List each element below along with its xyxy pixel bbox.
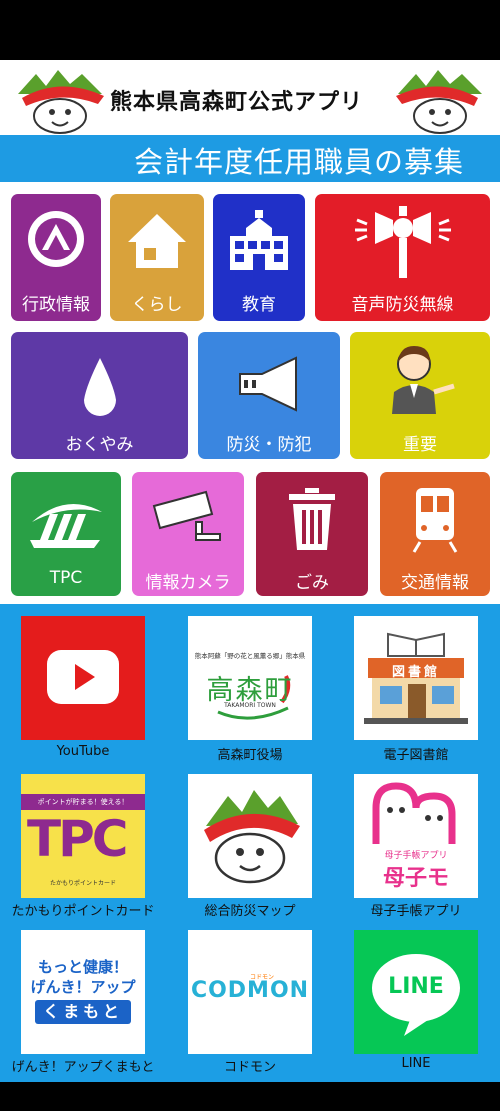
app-title: 熊本県高森町公式アプリ [110, 90, 364, 115]
office-logo-sub: TAKAMORI TOWN [224, 702, 276, 709]
trash-icon [289, 488, 335, 550]
menu-tile-okuyami[interactable]: おくやみ [11, 332, 188, 459]
camera-icon [152, 490, 221, 541]
library-sign: 図書館 [391, 665, 440, 680]
navigation-bar [0, 1082, 500, 1111]
link-label: YouTube [56, 744, 110, 759]
youtube-icon [47, 650, 119, 704]
menu-tile-bosai-bohan[interactable]: 防災・防犯 [198, 332, 340, 459]
menu-tile-camera[interactable]: 情報カメラ [132, 472, 244, 596]
tile-label: 教育 [242, 295, 276, 315]
mountain-logo-icon [28, 211, 84, 267]
train-icon [412, 488, 458, 553]
school-icon [230, 210, 288, 270]
link-label: コドモン [223, 1060, 276, 1075]
tile-label: 防災・防犯 [226, 435, 312, 455]
link-label: 母子手帳アプリ [370, 904, 462, 919]
tile-label: 重要 [403, 435, 437, 455]
link-youtube[interactable] [21, 616, 145, 740]
genki-line2: げんき！アップ [30, 978, 136, 996]
drop-icon [83, 358, 116, 416]
tile-label: おくやみ [65, 435, 134, 455]
link-label: 電子図書館 [383, 748, 449, 763]
menu-tile-tpc[interactable]: TPC [11, 472, 121, 596]
megaphone-icon [239, 356, 297, 412]
menu-tile-gomi[interactable]: ごみ [256, 472, 368, 596]
link-town-office[interactable]: 熊本阿蘇「野の花と風薫る郷」熊本県 高森町 TAKAMORI TOWN [188, 616, 312, 740]
mascot-icon [204, 790, 300, 884]
codmon-icon: CODMON [190, 978, 310, 1003]
menu-tile-gyosei[interactable]: 行政情報 [11, 194, 101, 321]
link-bosai-map[interactable] [188, 774, 312, 898]
card-footnote: たかもりポイントカード [49, 880, 116, 887]
house-icon [128, 214, 186, 268]
loudspeaker-icon [354, 206, 451, 278]
boshimo-logo: 母子モ [382, 866, 449, 891]
tile-label: 音声防災無線 [351, 295, 454, 315]
external-links: YouTube 熊本阿蘇「野の花と風薫る郷」熊本県 高森町 TAKAMORI T… [0, 604, 500, 1082]
staff-icon [392, 346, 455, 414]
tpc-logo-icon [30, 504, 102, 548]
link-point-card[interactable]: ポイントが貯まる！使える！ TPC たかもりポイントカード [21, 774, 145, 898]
mascot-icon [18, 70, 104, 134]
genki-up-icon: くまもと [35, 1000, 131, 1024]
link-boshimo[interactable]: 母子手帳アプリ 母子モ [354, 774, 478, 898]
office-caption: 熊本阿蘇「野の花と風薫る郷」熊本県 [194, 652, 306, 660]
genki-line1: もっと健康！ [37, 958, 128, 976]
tile-label: TPC [49, 568, 83, 588]
tile-label: 情報カメラ [145, 573, 231, 593]
menu-tile-bosai-musen[interactable]: 音声防災無線 [315, 194, 490, 321]
menu-tile-juyo[interactable]: 重要 [350, 332, 490, 459]
link-genki-up[interactable]: もっと健康！ げんき！アップ くまもと [21, 930, 145, 1054]
link-line[interactable]: LINE [354, 930, 478, 1054]
menu-tile-kotsu[interactable]: 交通情報 [380, 472, 490, 596]
line-logo: LINE [388, 974, 444, 999]
link-label: LINE [401, 1056, 431, 1071]
tile-label: 交通情報 [401, 573, 469, 593]
link-library[interactable]: 図書館 [354, 616, 478, 740]
point-card-icon: TPC [27, 810, 128, 868]
link-label: げんき！アップくまもと [11, 1060, 155, 1075]
menu-tile-kyoiku[interactable]: 教育 [213, 194, 305, 321]
tile-label: 行政情報 [22, 295, 90, 315]
ticker-text[interactable]: 会計年度任用職員の募集 [134, 139, 464, 181]
menu-tile-kurashi[interactable]: くらし [110, 194, 204, 321]
link-codmon[interactable]: コドモン CODMON [188, 930, 312, 1054]
mascot-icon [396, 70, 482, 134]
link-label: たかもりポイントカード [11, 904, 155, 919]
news-ticker[interactable]: 会計年度任用職員の募集 [0, 135, 500, 182]
app-header: 熊本県高森町公式アプリ [0, 60, 500, 135]
menu-grid: 行政情報 くらし 教育 音声防災無線 おくやみ 防災・防犯 重要 TPC 情報カ… [0, 182, 500, 604]
card-banner: ポイントが貯まる！使える！ [21, 794, 145, 810]
tile-label: ごみ [295, 573, 329, 593]
link-label: 総合防災マップ [204, 904, 296, 919]
link-label: 高森町役場 [217, 748, 283, 763]
tile-label: くらし [131, 295, 183, 315]
status-bar [0, 0, 500, 60]
